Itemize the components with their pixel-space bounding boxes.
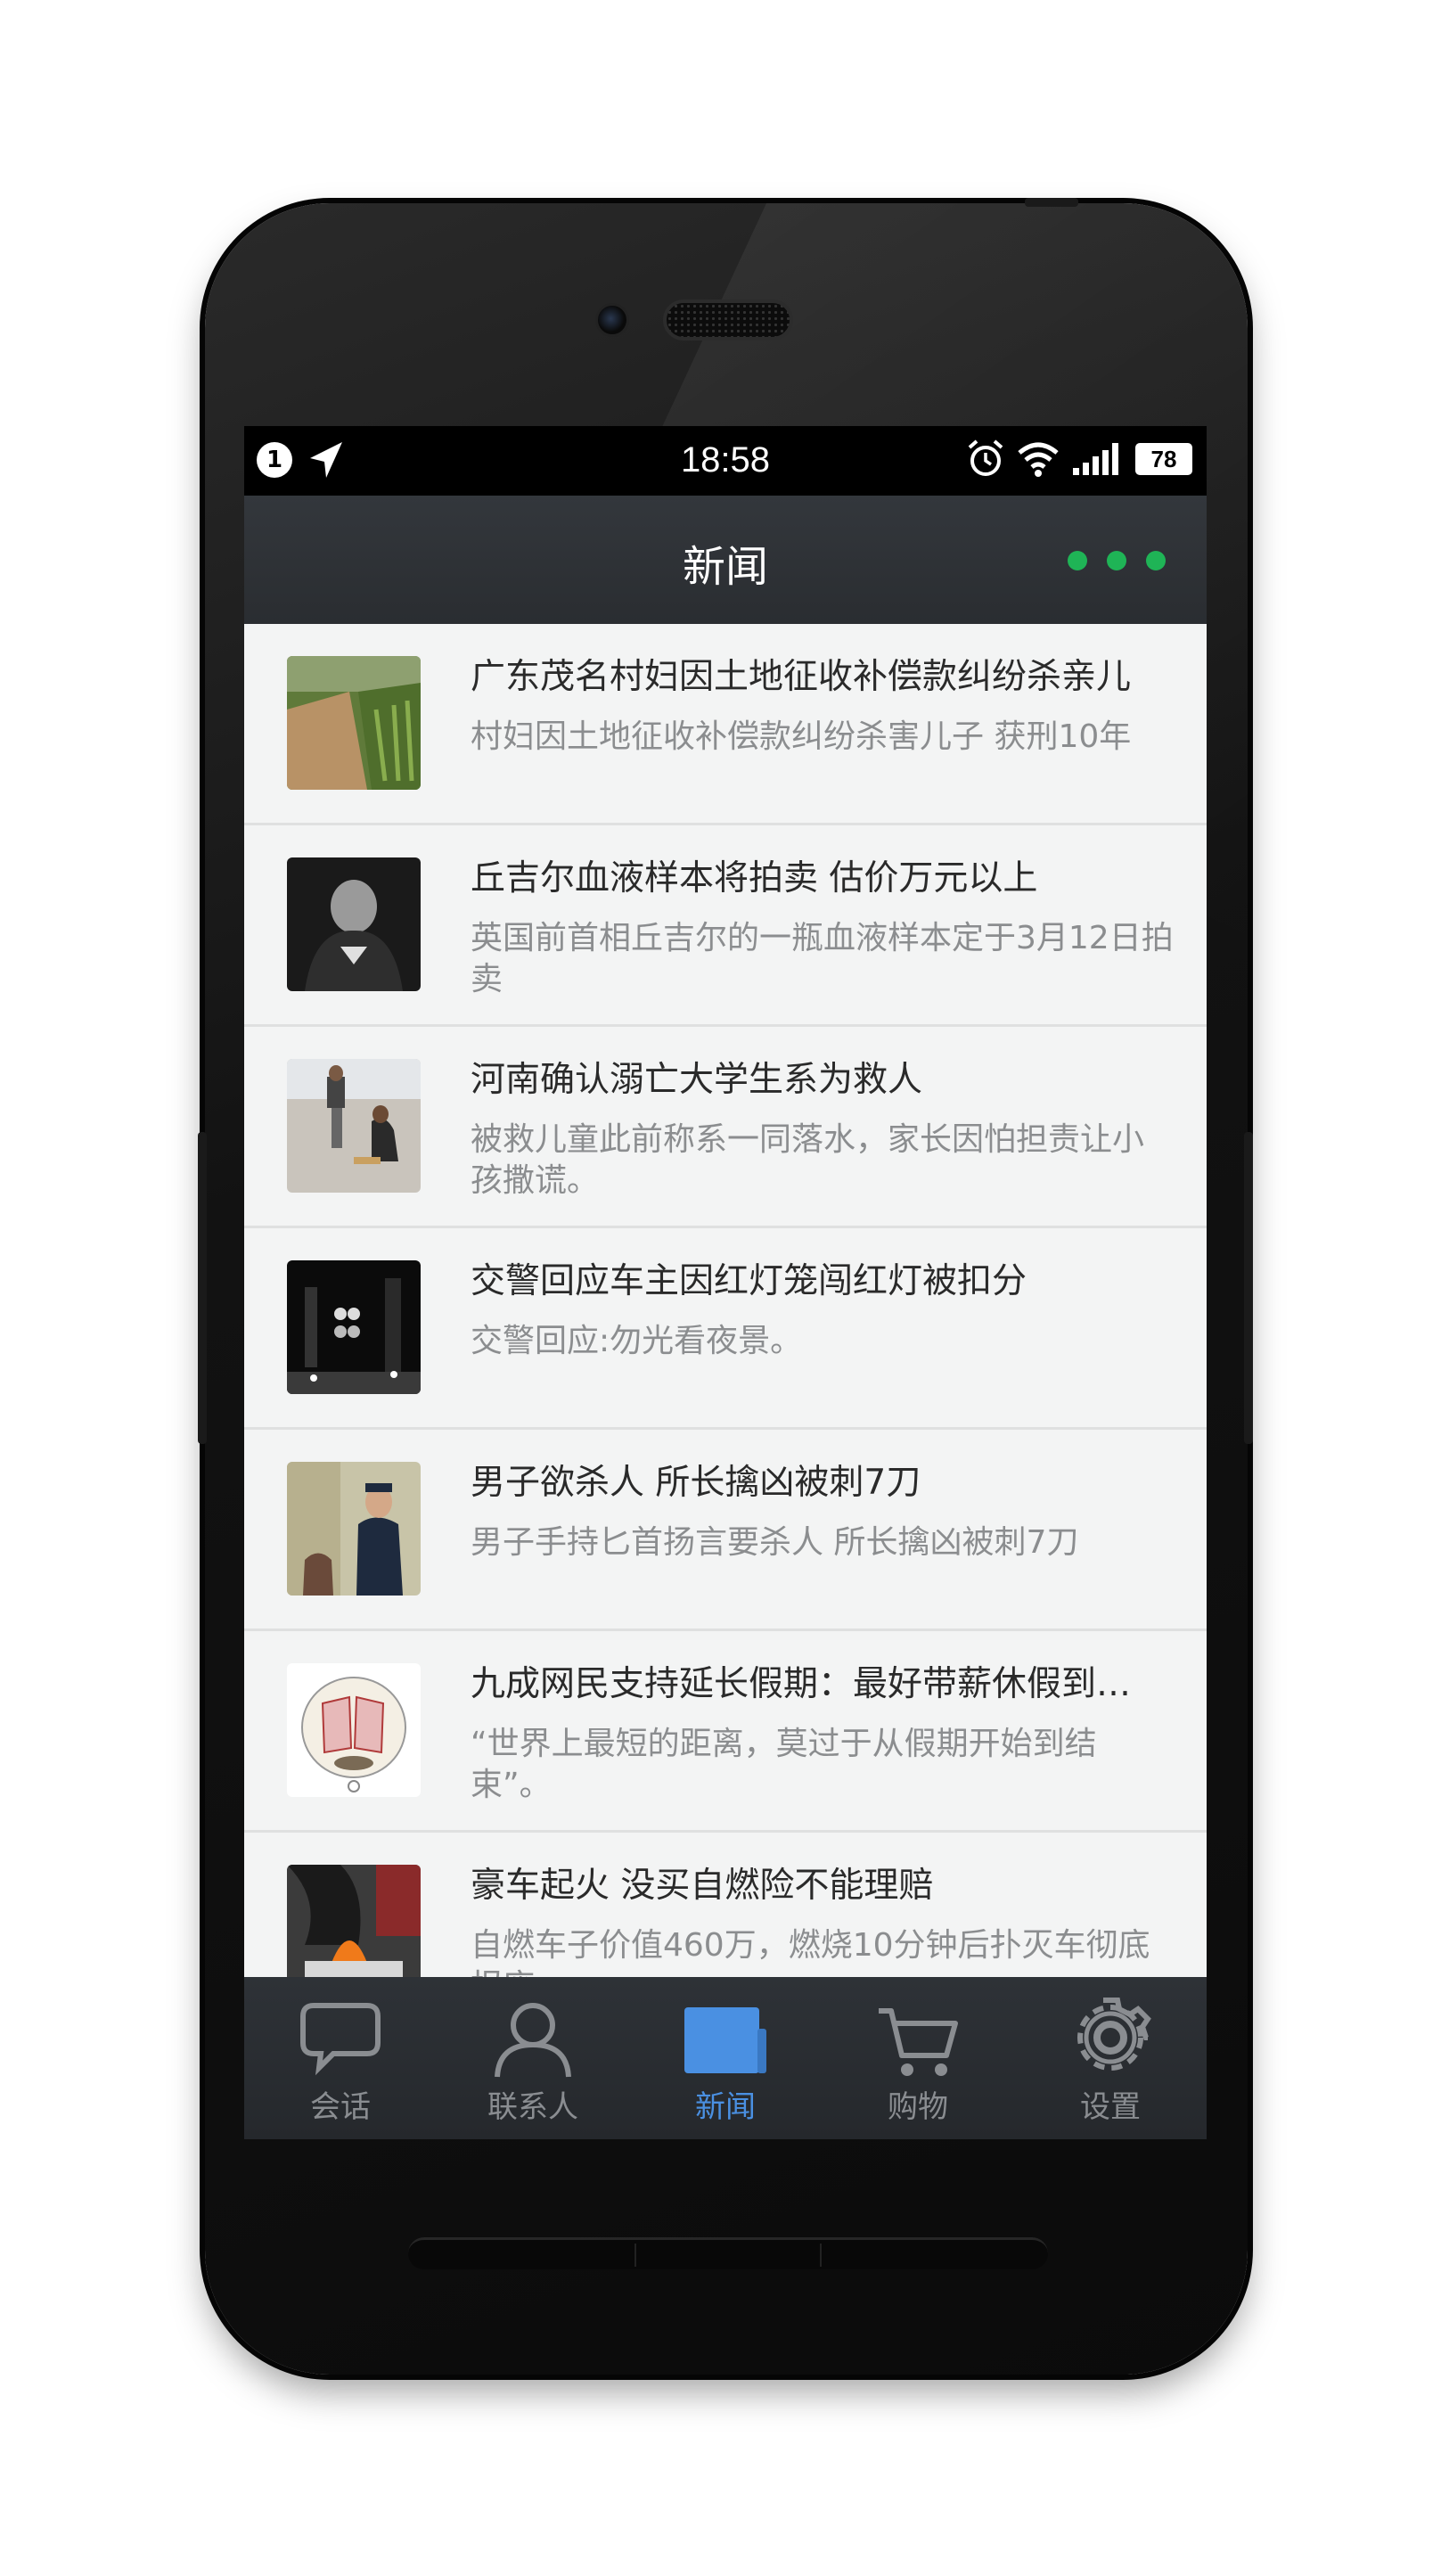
wifi-icon <box>1018 442 1059 477</box>
news-thumbnail <box>287 857 421 991</box>
news-title: 九成网民支持延长假期：最好带薪休假到… <box>471 1664 1132 1704</box>
news-item[interactable]: 交警回应车主因红灯笼闯红灯被扣分 交警回应:勿光看夜景。 <box>244 1228 1207 1430</box>
news-thumbnail <box>287 1260 421 1394</box>
news-title: 广东茂名村妇因土地征收补偿款纠纷杀亲儿 <box>471 657 1132 697</box>
news-title: 男子欲杀人 所长擒凶被刺7刀 <box>471 1463 921 1503</box>
home-bar <box>408 2237 1048 2269</box>
menu-dot-icon <box>1107 551 1126 570</box>
tab-chat[interactable]: 会话 <box>244 1977 437 2139</box>
tab-shopping[interactable]: 购物 <box>822 1977 1014 2139</box>
tab-label: 联系人 <box>487 2089 578 2125</box>
screen: 1 18:58 78 新闻 广东茂名村妇因土地征收补偿款纠纷杀亲儿 村妇因土地征… <box>244 426 1207 2139</box>
volume-button <box>198 1132 207 1444</box>
news-summary: 英国前首相丘吉尔的一瓶血液样本定于3月12日拍卖 <box>471 920 1174 997</box>
front-camera <box>595 303 629 337</box>
news-item[interactable]: 河南确认溺亡大学生系为救人 被救儿童此前称系一同落水，家长因怕担责让小孩撒谎。 <box>244 1027 1207 1228</box>
tab-contacts[interactable]: 联系人 <box>437 1977 629 2139</box>
menu-dot-icon <box>1068 551 1087 570</box>
battery-indicator: 78 <box>1135 443 1192 475</box>
news-summary: 被救儿童此前称系一同落水，家长因怕担责让小孩撒谎。 <box>471 1121 1145 1199</box>
tab-label: 新闻 <box>695 2089 756 2125</box>
more-menu-button[interactable] <box>1068 551 1166 570</box>
tab-news[interactable]: 新闻 <box>629 1977 822 2139</box>
news-title: 交警回应车主因红灯笼闯红灯被扣分 <box>471 1261 1027 1301</box>
status-bar: 1 18:58 78 <box>244 426 1207 496</box>
gear-icon <box>1077 1998 1151 2071</box>
news-list: 广东茂名村妇因土地征收补偿款纠纷杀亲儿 村妇因土地征收补偿款纠纷杀害儿子 获刑1… <box>244 624 1207 1977</box>
earpiece-speaker <box>663 299 793 340</box>
tab-label: 会话 <box>310 2089 371 2125</box>
signal-icon <box>1073 443 1118 475</box>
news-summary: “世界上最短的距离，莫过于从假期开始到结束”。 <box>471 1726 1097 1803</box>
news-summary: 交警回应:勿光看夜景。 <box>471 1323 803 1359</box>
news-item[interactable]: 丘吉尔血液样本将拍卖 估价万元以上 英国前首相丘吉尔的一瓶血液样本定于3月12日… <box>244 825 1207 1027</box>
tab-label: 购物 <box>888 2089 948 2125</box>
news-summary: 自燃车子价值460万，燃烧10分钟后扑灭车彻底报废 <box>471 1927 1150 1977</box>
contacts-icon <box>495 2003 571 2078</box>
news-title: 豪车起火 没买自燃险不能理赔 <box>471 1866 934 1906</box>
news-thumbnail <box>287 1865 421 1977</box>
chat-bubble-icon <box>300 2003 381 2076</box>
tab-label: 设置 <box>1080 2089 1141 2125</box>
menu-dot-icon <box>1146 551 1166 570</box>
news-icon <box>684 2007 766 2073</box>
app-header: 新闻 <box>244 496 1207 624</box>
news-item[interactable]: 豪车起火 没买自燃险不能理赔 自燃车子价值460万，燃烧10分钟后扑灭车彻底报废 <box>244 1833 1207 1977</box>
news-thumbnail <box>287 656 421 790</box>
news-item[interactable]: 男子欲杀人 所长擒凶被刺7刀 男子手持匕首扬言要杀人 所长擒凶被刺7刀 <box>244 1430 1207 1631</box>
news-title: 河南确认溺亡大学生系为救人 <box>471 1060 923 1100</box>
cart-icon <box>879 2008 958 2076</box>
news-summary: 村妇因土地征收补偿款纠纷杀害儿子 获刑10年 <box>471 718 1132 755</box>
bottom-tab-bar: 会话 联系人 新闻 购物 设置 <box>244 1977 1207 2139</box>
alarm-icon <box>968 439 1003 476</box>
news-item[interactable]: 广东茂名村妇因土地征收补偿款纠纷杀亲儿 村妇因土地征收补偿款纠纷杀害儿子 获刑1… <box>244 624 1207 825</box>
side-button <box>1244 1132 1253 1444</box>
news-summary: 男子手持匕首扬言要杀人 所长擒凶被刺7刀 <box>471 1524 1079 1561</box>
news-thumbnail <box>287 1059 421 1193</box>
news-thumbnail <box>287 1462 421 1596</box>
page-title: 新闻 <box>682 542 768 592</box>
news-thumbnail <box>287 1663 421 1797</box>
news-title: 丘吉尔血液样本将拍卖 估价万元以上 <box>471 858 1038 898</box>
tab-settings[interactable]: 设置 <box>1014 1977 1207 2139</box>
news-item[interactable]: 九成网民支持延长假期：最好带薪休假到… “世界上最短的距离，莫过于从假期开始到结… <box>244 1631 1207 1833</box>
power-button <box>1025 198 1078 207</box>
